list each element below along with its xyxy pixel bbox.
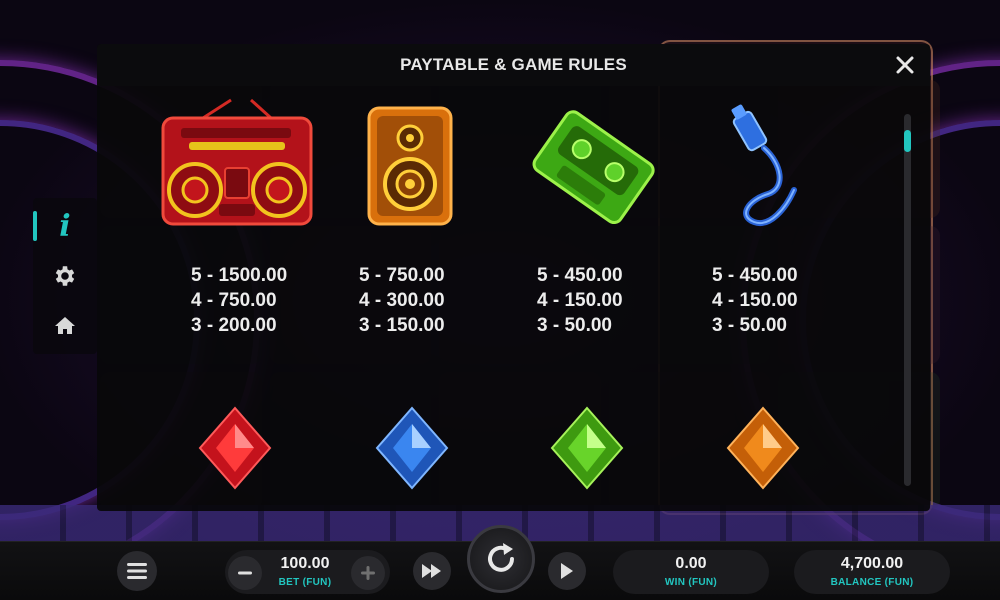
pay-line: 3 - 150.00	[359, 315, 445, 336]
pay-line: 4 - 300.00	[359, 290, 445, 311]
autoplay-button[interactable]	[548, 552, 586, 590]
bet-increase-button[interactable]	[351, 556, 385, 590]
boombox-icon	[161, 98, 313, 226]
pay-values: 5 - 1500.00 4 - 750.00 3 - 200.00	[191, 263, 371, 338]
bet-decrease-button[interactable]	[228, 556, 262, 590]
bet-value: 100.00	[280, 555, 330, 572]
plus-icon	[361, 566, 375, 580]
green-gem-icon	[550, 406, 624, 490]
cassette-icon	[532, 110, 655, 225]
paytable-modal: PAYTABLE & GAME RULES 5 - 1500.00 4 - 75…	[97, 44, 930, 511]
pay-values: 5 - 450.00 4 - 150.00 3 - 50.00	[712, 263, 892, 338]
speaker-icon	[367, 106, 453, 226]
gear-icon	[55, 266, 75, 286]
pay-line: 4 - 750.00	[191, 290, 277, 311]
blue-gem-icon	[375, 406, 449, 490]
win-label: WIN (FUN)	[664, 577, 718, 588]
pay-line: 5 - 1500.00	[191, 265, 288, 286]
scrollbar[interactable]	[904, 114, 911, 486]
pay-values: 5 - 750.00 4 - 300.00 3 - 150.00	[359, 263, 539, 338]
pay-line: 3 - 50.00	[712, 315, 787, 336]
pay-line: 3 - 200.00	[191, 315, 277, 336]
side-menu: i	[33, 198, 97, 354]
play-icon	[561, 563, 573, 579]
balance-value: 4,700.00	[840, 555, 904, 572]
pay-line: 4 - 150.00	[537, 290, 623, 311]
fast-forward-icon	[422, 564, 441, 578]
pay-line: 4 - 150.00	[712, 290, 798, 311]
pay-line: 5 - 450.00	[712, 265, 798, 286]
home-icon	[55, 317, 75, 334]
side-item-home[interactable]	[33, 301, 97, 351]
orange-gem-icon	[726, 406, 800, 490]
red-gem-icon	[198, 406, 272, 490]
spin-icon	[488, 543, 514, 572]
modal-title: PAYTABLE & GAME RULES	[400, 55, 627, 74]
minus-icon	[238, 571, 252, 575]
close-icon	[896, 56, 914, 74]
hamburger-menu-icon	[127, 563, 147, 579]
side-item-settings[interactable]	[33, 251, 97, 301]
turbo-button[interactable]	[413, 552, 451, 590]
win-value: 0.00	[675, 555, 707, 572]
close-button[interactable]	[894, 54, 916, 76]
menu-button[interactable]	[117, 551, 157, 591]
pay-line: 5 - 450.00	[537, 265, 623, 286]
pay-line: 3 - 50.00	[537, 315, 612, 336]
scrollbar-thumb[interactable]	[904, 130, 911, 152]
audio-plug-icon	[731, 104, 797, 227]
spin-button[interactable]	[467, 525, 535, 593]
balance-label: BALANCE (FUN)	[830, 577, 914, 588]
bet-label: BET (FUN)	[278, 577, 332, 588]
pay-values: 5 - 450.00 4 - 150.00 3 - 50.00	[537, 263, 717, 338]
side-item-info[interactable]: i	[33, 201, 97, 251]
modal-header: PAYTABLE & GAME RULES	[97, 44, 930, 86]
info-icon: i	[59, 208, 71, 244]
pay-line: 5 - 750.00	[359, 265, 445, 286]
